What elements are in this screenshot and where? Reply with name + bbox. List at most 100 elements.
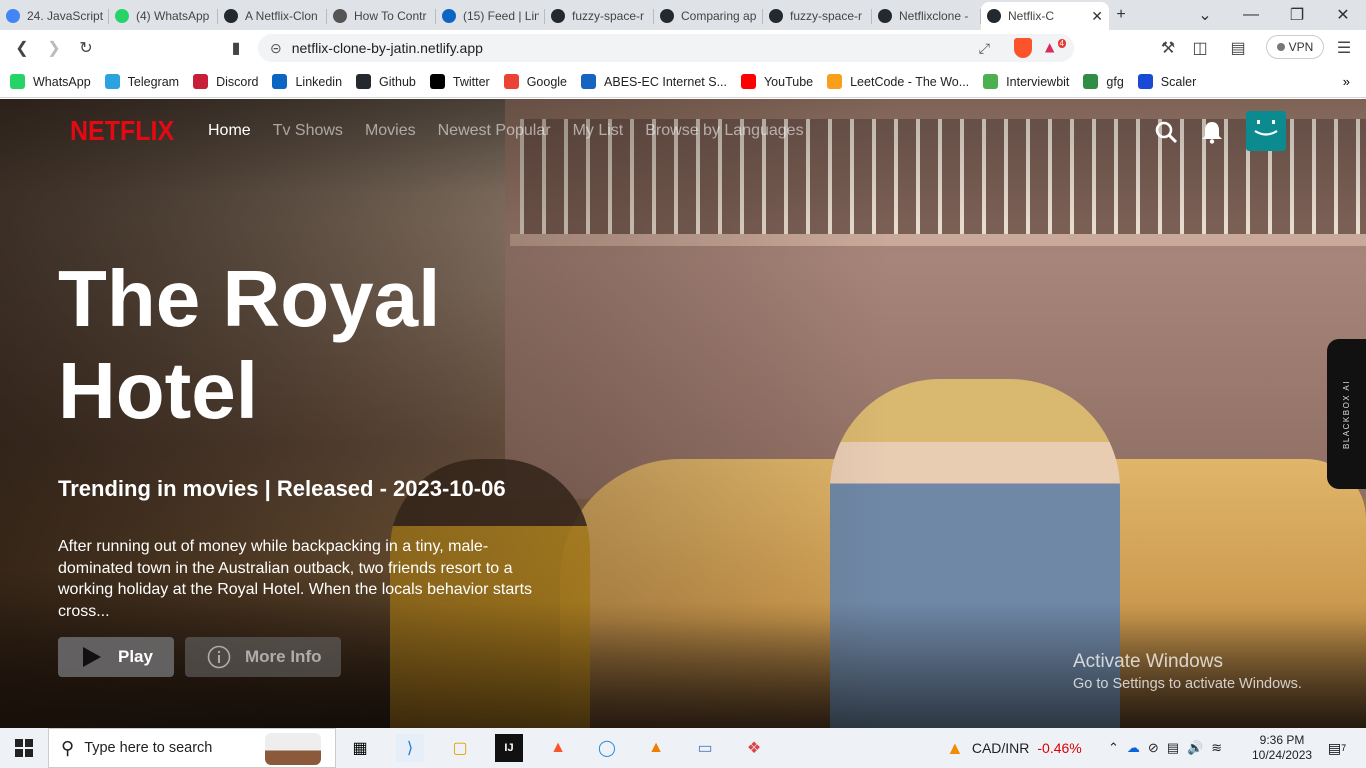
browser-tab[interactable]: A Netflix-Clon — [218, 2, 327, 30]
bookmark-label: Discord — [216, 74, 259, 89]
reload-icon[interactable]: ↻ — [70, 32, 102, 64]
laptop-app-icon[interactable]: ▭ — [691, 734, 719, 762]
brave-rewards-icon[interactable]: ▲ 4 — [1042, 38, 1066, 57]
bookmark-item[interactable]: Github — [356, 74, 416, 89]
vscode-icon[interactable]: ⟩ — [396, 734, 424, 762]
menu-icon[interactable]: ☰ — [1328, 32, 1360, 64]
activate-title: Activate Windows — [1073, 651, 1223, 672]
browser-tab[interactable]: fuzzy-space-r — [763, 2, 872, 30]
nav-link[interactable]: My List — [573, 122, 624, 140]
battery-icon[interactable]: ▤ — [1167, 740, 1179, 756]
vpn-button[interactable]: VPN — [1266, 35, 1324, 59]
nav-link[interactable]: Tv Shows — [273, 122, 343, 140]
browser-tab[interactable]: Comparing ap — [654, 2, 763, 30]
clock[interactable]: 9:36 PM 10/24/2023 — [1252, 728, 1312, 768]
close-window-button[interactable]: ✕ — [1325, 0, 1361, 30]
snipping-app-icon[interactable]: ❖ — [740, 734, 768, 762]
site-info-icon[interactable]: ⊝ — [270, 40, 282, 57]
bookmark-favicon-icon — [581, 74, 597, 89]
volume-icon[interactable]: 🔊 — [1187, 740, 1203, 756]
bookmark-item[interactable]: Google — [503, 74, 567, 89]
browser-tab[interactable]: Netflixclone - — [872, 2, 981, 30]
bookmark-item[interactable]: Twitter — [429, 74, 490, 89]
notification-icon[interactable]: ▤ 7 — [1323, 734, 1351, 762]
more-info-label: More Info — [245, 647, 322, 666]
browser-tab[interactable]: Netflix-C ✕ — [981, 2, 1109, 30]
nav-link[interactable]: Movies — [365, 122, 416, 140]
clock-date: 10/24/2023 — [1252, 748, 1313, 762]
search-horse-illustration — [265, 733, 321, 765]
blackbox-ai-panel[interactable]: BLACKBOX AI — [1327, 339, 1366, 489]
avatar[interactable] — [1246, 111, 1286, 151]
share-icon[interactable]: ⤢ — [979, 40, 990, 57]
vpn-label: VPN — [1288, 40, 1314, 54]
url-field[interactable]: ⊝ netflix-clone-by-jatin.netlify.app ⤢ ▲… — [258, 34, 1074, 62]
tab-label: fuzzy-space-r — [572, 9, 645, 23]
new-tab-button[interactable]: + — [1103, 0, 1139, 30]
bookmark-item[interactable]: Scaler — [1137, 74, 1196, 89]
search-icon[interactable] — [1153, 119, 1179, 145]
sidebar-icon[interactable]: ◫ — [1184, 32, 1216, 64]
network-status-icon[interactable]: ⊘ — [1148, 740, 1159, 756]
tab-label: fuzzy-space-r — [790, 9, 863, 23]
file-explorer-icon[interactable]: ▢ — [446, 734, 474, 762]
address-bar-row: ❮ ❯ ↻ ▮ ⊝ netflix-clone-by-jatin.netlify… — [0, 30, 1366, 66]
tab-label: (15) Feed | Lin — [463, 9, 539, 23]
bookmark-item[interactable]: YouTube — [740, 74, 813, 89]
browser-tab[interactable]: (15) Feed | Lin — [436, 2, 545, 30]
back-icon[interactable]: ❮ — [6, 32, 38, 64]
close-tab-icon[interactable]: ✕ — [1091, 8, 1103, 25]
nav-link[interactable]: Home — [208, 122, 251, 140]
bookmark-icon[interactable]: ▮ — [220, 32, 252, 64]
nav-link[interactable]: Browse by Languages — [645, 122, 803, 140]
taskbar-search-icon: ⚲ — [61, 737, 75, 758]
bookmark-item[interactable]: Discord — [193, 74, 258, 89]
bookmark-item[interactable]: gfg — [1083, 74, 1124, 89]
brave-shield-icon[interactable] — [1014, 38, 1032, 58]
task-view-icon[interactable]: ▦ — [346, 734, 374, 762]
bookmark-item[interactable]: ABES-EC Internet S... — [581, 74, 727, 89]
tab-search-chevron-icon[interactable]: ⌄ — [1187, 0, 1223, 30]
extensions-icon[interactable]: ⚒ — [1152, 32, 1184, 64]
windows-start-icon[interactable] — [10, 734, 38, 762]
currency-widget[interactable]: ▲ CAD/INR -0.46% — [946, 728, 1082, 768]
brave-browser-icon[interactable]: ▲ — [544, 734, 572, 762]
maximize-button[interactable]: ❐ — [1279, 0, 1315, 30]
bookmark-label: Linkedin — [295, 74, 343, 89]
main-nav: Home Tv Shows Movies Newest Popular My List B… — [208, 122, 826, 140]
edge-icon[interactable]: ◯ — [593, 734, 621, 762]
browser-tab[interactable]: 24. JavaScript — [0, 2, 109, 30]
tab-label: (4) WhatsApp — [136, 9, 210, 23]
taskbar-search-box[interactable]: ⚲ Type here to search — [48, 728, 336, 768]
browser-tab[interactable]: How To Contr — [327, 2, 436, 30]
more-info-button[interactable]: More Info — [185, 637, 341, 677]
tab-label: Netflix-C — [1008, 9, 1055, 23]
netflix-logo[interactable]: NETFLIX — [70, 116, 174, 148]
clock-time: 9:36 PM — [1259, 733, 1305, 747]
onedrive-icon[interactable]: ☁ — [1127, 740, 1140, 756]
nav-link[interactable]: Newest Popular — [438, 122, 551, 140]
wifi-icon[interactable]: ≋ — [1211, 740, 1222, 756]
bookmark-favicon-icon — [1137, 74, 1153, 89]
more-bookmarks-icon[interactable]: » — [1343, 74, 1350, 89]
minimize-button[interactable]: — — [1233, 0, 1269, 30]
browser-tab[interactable]: (4) WhatsApp — [109, 2, 218, 30]
tray-chevron-icon[interactable]: ⌃ — [1108, 740, 1119, 756]
vlc-icon[interactable]: ▲ — [642, 734, 670, 762]
browser-tab[interactable]: fuzzy-space-r — [545, 2, 654, 30]
forward-icon[interactable]: ❯ — [38, 32, 70, 64]
bookmark-favicon-icon — [503, 74, 519, 89]
bookmark-item[interactable]: WhatsApp — [10, 74, 91, 89]
bell-icon[interactable] — [1199, 119, 1225, 145]
intellij-icon[interactable]: IJ — [495, 734, 523, 762]
wallet-icon[interactable]: ▤ — [1222, 32, 1254, 64]
currency-pair: CAD/INR — [971, 740, 1030, 756]
bookmark-item[interactable]: LeetCode - The Wo... — [827, 74, 969, 89]
bookmark-item[interactable]: Telegram — [104, 74, 179, 89]
bookmark-item[interactable]: Linkedin — [272, 74, 342, 89]
tab-label: How To Contr — [354, 9, 427, 23]
vpn-status-icon — [1276, 43, 1285, 51]
play-button[interactable]: Play — [58, 637, 174, 677]
bookmark-item[interactable]: Interviewbit — [983, 74, 1069, 89]
tab-label: Netflixclone - — [899, 9, 969, 23]
